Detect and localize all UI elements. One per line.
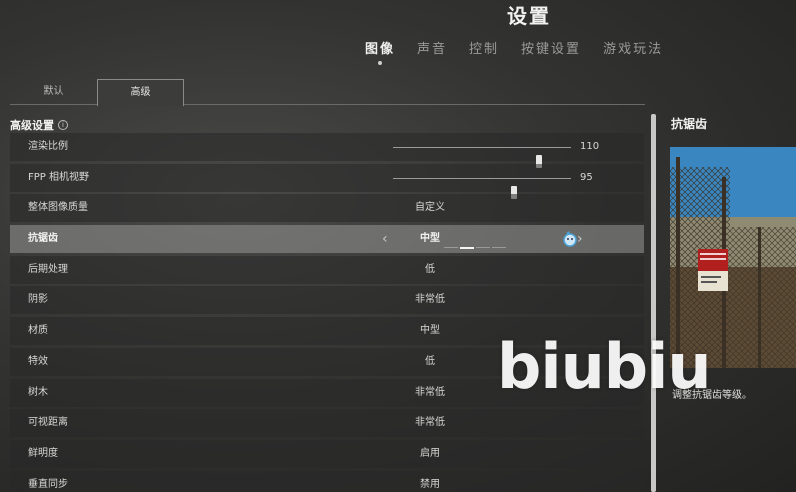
setting-value: 自定义 — [415, 202, 445, 214]
setting-label: FPP 相机视野 — [28, 171, 89, 183]
slider-value: 110 — [580, 141, 600, 152]
info-icon[interactable]: i — [58, 120, 68, 130]
tab-sound[interactable]: 声音 — [417, 38, 447, 57]
tab-gameplay[interactable]: 游戏玩法 — [603, 38, 663, 57]
setting-value: 禁用 — [420, 478, 440, 490]
setting-value: 低 — [425, 355, 435, 367]
active-tab-indicator — [378, 61, 382, 65]
page-title: 设置 — [507, 4, 551, 28]
setting-label: 材质 — [28, 325, 48, 337]
level-dash — [460, 247, 474, 250]
tab-graphics-label: 图像 — [365, 42, 396, 57]
setting-label: 后期处理 — [28, 263, 68, 275]
setting-value: 非常低 — [415, 386, 445, 398]
tab-sound-label: 声音 — [417, 42, 448, 57]
tab-control-label: 控制 — [469, 42, 500, 57]
setting-row-overall-quality[interactable]: 整体图像质量 自定义 — [10, 194, 644, 223]
tab-graphics[interactable]: 图像 — [365, 38, 396, 65]
tab-control[interactable]: 控制 — [469, 38, 499, 57]
setting-row-anti-aliasing[interactable]: 抗锯齿 ‹ 中型 › — [10, 225, 644, 254]
watermark-logo: biubiu — [497, 330, 712, 403]
setting-label: 可视距离 — [28, 417, 68, 429]
section-title: 高级设置 — [10, 119, 54, 132]
setting-label: 阴影 — [28, 294, 48, 306]
tab-gameplay-label: 游戏玩法 — [603, 42, 664, 57]
setting-value: 中型 — [420, 325, 440, 337]
setting-value: 非常低 — [415, 417, 445, 429]
setting-row-view-distance[interactable]: 可视距离 非常低 — [10, 409, 644, 438]
sub-tab-default[interactable]: 默认 — [10, 79, 97, 105]
setting-label: 树木 — [28, 386, 48, 398]
setting-label: 特效 — [28, 355, 48, 367]
slider-value: 95 — [580, 171, 593, 183]
setting-label: 鲜明度 — [28, 447, 58, 459]
side-panel-title: 抗锯齿 — [671, 117, 708, 131]
setting-label: 抗锯齿 — [28, 233, 58, 245]
main-tabs: 图像 声音 控制 按键设置 游戏玩法 — [365, 38, 685, 65]
fov-slider[interactable] — [393, 177, 571, 199]
cursor-icon — [563, 231, 577, 247]
level-dash — [476, 247, 490, 249]
tab-keybindings[interactable]: 按键设置 — [521, 38, 581, 57]
setting-label: 垂直同步 — [28, 478, 68, 490]
setting-label: 整体图像质量 — [28, 202, 88, 214]
setting-row-fpp-fov[interactable]: FPP 相机视野 95 — [10, 163, 644, 199]
setting-label: 渲染比例 — [28, 141, 68, 152]
setting-value: 低 — [425, 263, 435, 275]
setting-row-vsync[interactable]: 垂直同步 禁用 — [10, 470, 644, 492]
setting-value: 非常低 — [415, 294, 445, 306]
setting-row-shadows[interactable]: 阴影 非常低 — [10, 286, 644, 315]
setting-row-post-processing[interactable]: 后期处理 低 — [10, 255, 644, 284]
scrollbar[interactable] — [651, 114, 656, 492]
setting-row-render-scale[interactable]: 渲染比例 110 — [10, 133, 644, 168]
sub-tabs: 默认 高级 — [10, 79, 645, 106]
level-dash — [444, 247, 458, 249]
setting-row-sharpen[interactable]: 鲜明度 启用 — [10, 439, 644, 468]
setting-value: 启用 — [420, 447, 440, 459]
level-indicator — [444, 247, 506, 250]
level-dash — [492, 247, 506, 249]
section-header: 高级设置 i — [10, 117, 68, 133]
render-scale-slider[interactable] — [393, 147, 571, 168]
tab-keybindings-label: 按键设置 — [521, 42, 582, 57]
settings-list: 渲染比例 110 FPP 相机视野 95 整体图像质量 自定义 抗锯齿 ‹ 中型… — [10, 133, 644, 492]
sub-tab-advanced[interactable]: 高级 — [97, 79, 184, 106]
